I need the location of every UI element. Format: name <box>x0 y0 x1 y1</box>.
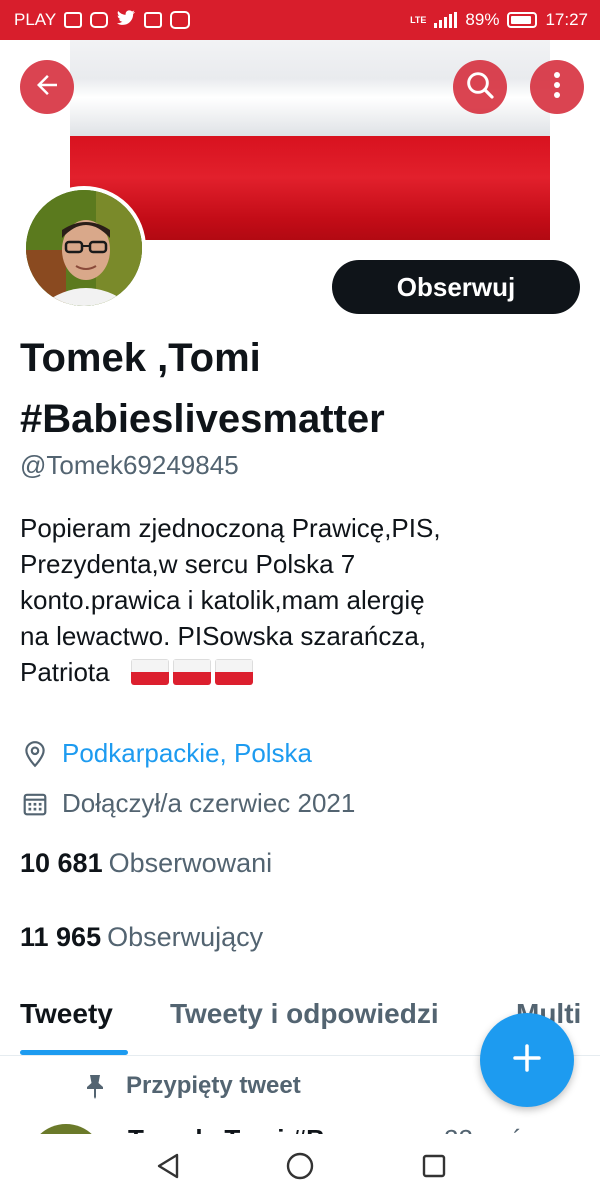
followers-stat[interactable]: 11 965 Obserwujący <box>20 922 263 953</box>
flag-red-stripe <box>70 136 550 240</box>
clock-time: 17:27 <box>545 10 588 29</box>
square-recents-icon <box>421 1153 447 1184</box>
follow-button[interactable]: Obserwuj <box>332 260 580 314</box>
pinned-tweet-label: Przypięty tweet <box>84 1072 301 1100</box>
poland-flag-icon <box>214 659 253 685</box>
location-link[interactable]: Podkarpackie, Polska <box>62 738 312 769</box>
network-type-label: LTE <box>410 14 427 25</box>
triangle-back-icon <box>155 1152 181 1185</box>
bio-line: konto.prawica i katolik,mam alergię <box>20 585 425 615</box>
battery-icon <box>507 12 538 28</box>
pin-icon <box>84 1073 110 1099</box>
nav-home-button[interactable] <box>284 1152 316 1184</box>
joined-date: Dołączył/a czerwiec 2021 <box>62 788 356 818</box>
profile-avatar[interactable] <box>22 186 146 310</box>
poland-flag-icon <box>130 659 169 685</box>
status-bar-right: LTE 89% 17:27 <box>410 10 588 30</box>
following-label: Obserwowani <box>108 848 273 878</box>
more-vertical-icon <box>552 70 562 105</box>
followers-count: 11 965 <box>20 922 102 952</box>
circle-home-icon <box>285 1151 315 1186</box>
pinned-tweet-text: Przypięty tweet <box>126 1072 301 1099</box>
app-notification-icon <box>170 11 191 29</box>
profile-location-row: Podkarpackie, Polska <box>20 738 312 769</box>
calendar-notification-icon <box>144 12 163 28</box>
carrier-label: PLAY <box>14 10 57 29</box>
bio-line: Prezydenta,w sercu Polska 7 <box>20 549 356 579</box>
nav-back-button[interactable] <box>152 1152 184 1184</box>
nav-recents-button[interactable] <box>418 1152 450 1184</box>
status-bar: PLAY LTE 89% 17:27 <box>0 0 600 40</box>
plus-icon <box>511 1042 543 1079</box>
signal-icon <box>434 12 458 28</box>
pinned-tweet-preview[interactable]: Tomek ,Tomi #Ba 22 paź <box>0 1118 600 1134</box>
bio-line: Popieram zjednoczoną Prawicę,PIS, <box>20 513 441 543</box>
profile-display-name: Tomek ,Tomi #Babieslivesmatter <box>20 328 580 450</box>
calendar-icon <box>20 789 50 819</box>
display-name-line-1: Tomek ,Tomi <box>20 336 261 380</box>
twitter-bird-icon <box>116 9 136 31</box>
display-name-line-2: #Babieslivesmatter <box>20 397 385 441</box>
following-count: 10 681 <box>20 848 103 878</box>
tweet-author-name: Tomek ,Tomi #Ba <box>128 1124 339 1134</box>
tab-tweets[interactable]: Tweety <box>20 998 113 1030</box>
notification-icon <box>64 12 83 28</box>
status-bar-left: PLAY <box>14 9 191 31</box>
bio-line-last: Patriota <box>20 654 580 690</box>
profile-handle: @Tomek69249845 <box>20 450 239 480</box>
following-stat[interactable]: 10 681 Obserwowani <box>20 848 272 879</box>
back-button[interactable] <box>20 60 74 114</box>
profile-joined-row: Dołączył/a czerwiec 2021 <box>20 788 355 819</box>
instagram-icon <box>90 12 109 28</box>
search-button[interactable] <box>453 60 507 114</box>
bio-line: Patriota <box>20 657 110 687</box>
profile-bio: Popieram zjednoczoną Prawicę,PIS, Prezyd… <box>20 510 580 690</box>
system-navigation-bar <box>0 1134 600 1200</box>
bio-line: na lewactwo. PISowska szarańcza, <box>20 621 427 651</box>
tweet-author-avatar <box>28 1124 104 1134</box>
tweet-date: 22 paź <box>444 1124 522 1134</box>
arrow-left-icon <box>32 70 62 105</box>
search-icon <box>464 69 496 106</box>
active-tab-indicator <box>20 1050 128 1055</box>
compose-tweet-button[interactable] <box>480 1013 574 1107</box>
more-options-button[interactable] <box>530 60 584 114</box>
followers-label: Obserwujący <box>107 922 264 952</box>
location-pin-icon <box>20 739 50 769</box>
battery-percent: 89% <box>465 10 500 29</box>
avatar-photo <box>26 190 142 306</box>
tab-tweets-and-replies[interactable]: Tweety i odpowiedzi <box>170 998 439 1030</box>
poland-flag-emojis <box>130 659 253 685</box>
poland-flag-icon <box>172 659 211 685</box>
